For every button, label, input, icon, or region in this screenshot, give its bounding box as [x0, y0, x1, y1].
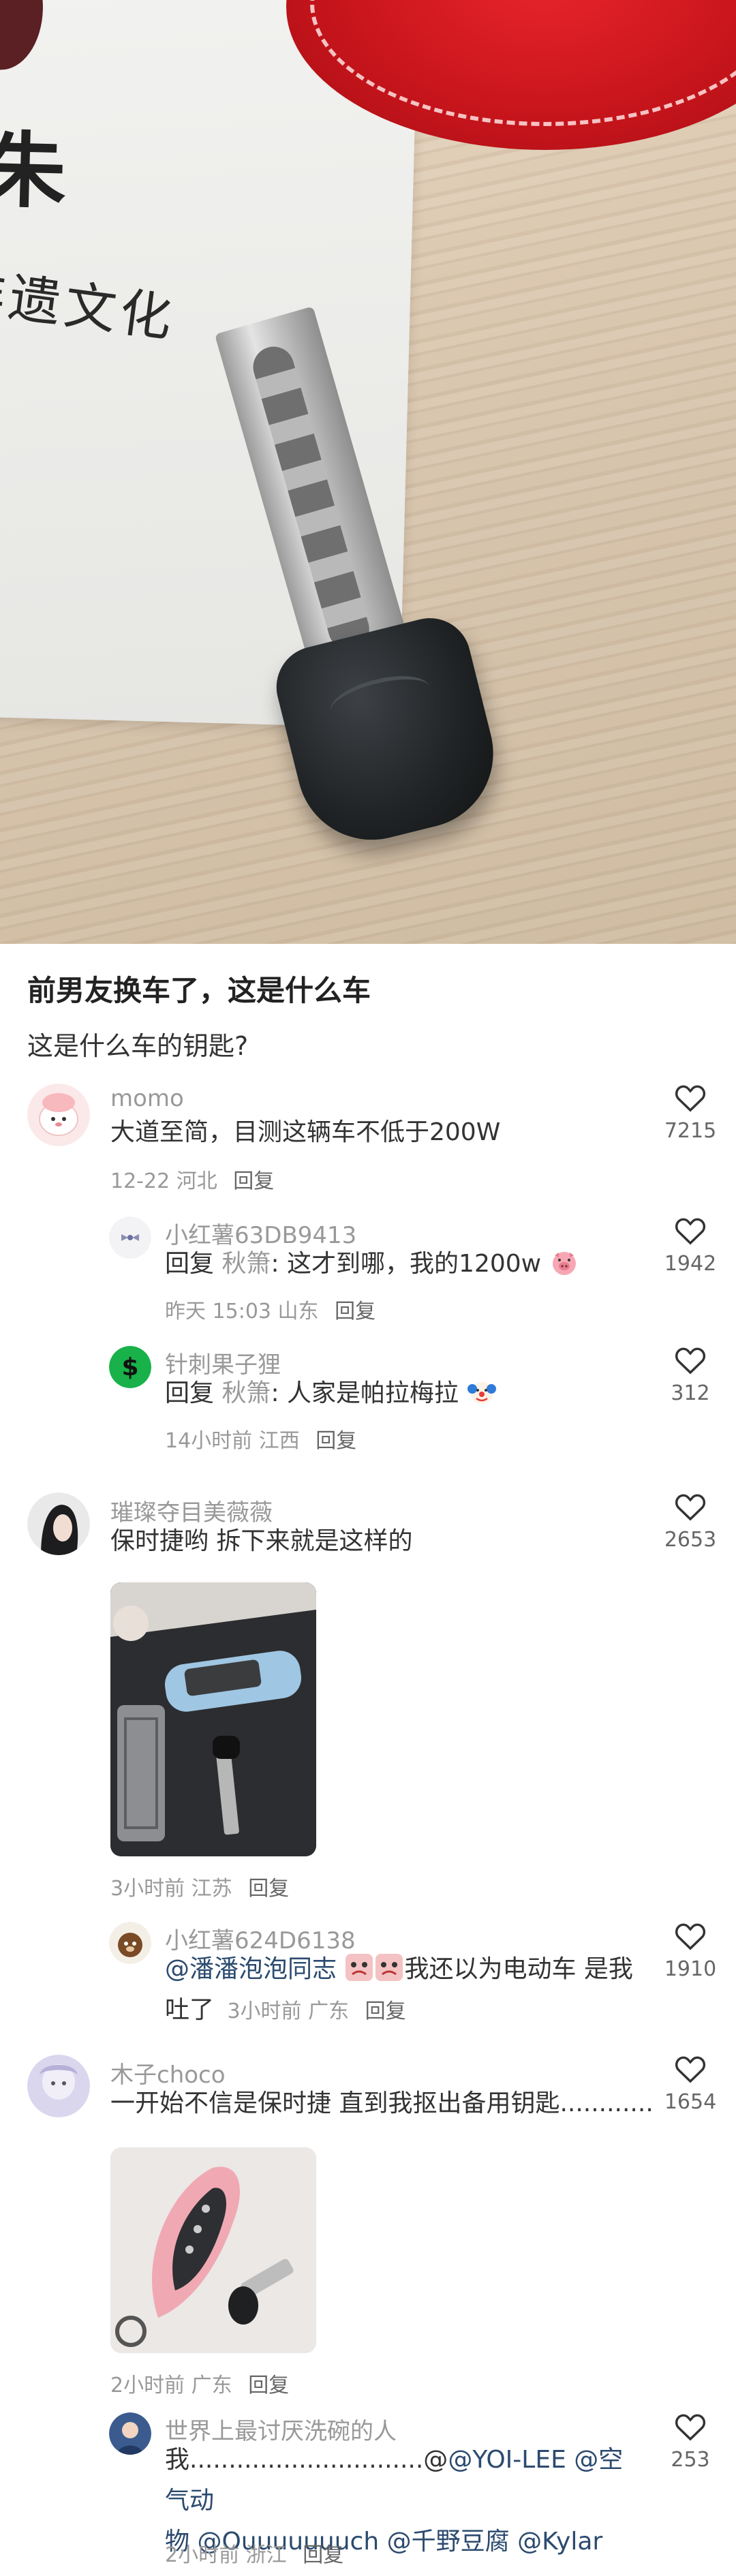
- reply-button[interactable]: 回复: [365, 1999, 406, 2023]
- reply-button[interactable]: 回复: [316, 1429, 356, 1453]
- clown-face-emoji-icon: [467, 1382, 496, 1404]
- mention-link[interactable]: @Kylar: [517, 2528, 602, 2556]
- comment-location: 浙江: [245, 2543, 287, 2567]
- avatar[interactable]: $: [109, 1346, 151, 1388]
- heart-icon: [675, 1085, 706, 1112]
- comment-location: 广东: [308, 1999, 350, 2023]
- reply-target[interactable]: 秋箫: [221, 1250, 271, 1278]
- comment-date: 2小时前: [165, 2543, 240, 2567]
- like-button[interactable]: 1910: [660, 1922, 721, 1981]
- avatar[interactable]: [109, 1922, 151, 1964]
- mention-link[interactable]: @潘潘泡泡同志: [165, 1955, 337, 1983]
- heart-icon: [675, 1494, 706, 1521]
- post-body: 这是什么车的钥匙?: [27, 1031, 249, 1061]
- reply-button[interactable]: 回复: [335, 1300, 375, 1323]
- crying-face-emoji-icon: [346, 1954, 373, 1981]
- reply-target[interactable]: 秋箫: [221, 1379, 271, 1407]
- comment-meta: 12-22 河北 回复: [110, 1164, 274, 1194]
- comment-location: 江苏: [191, 1877, 232, 1901]
- reply-button[interactable]: 回复: [248, 2374, 289, 2397]
- comment-image[interactable]: [110, 2147, 316, 2353]
- key-fob-photo: [110, 1582, 316, 1856]
- avatar[interactable]: [109, 1216, 151, 1259]
- comment-location: 河北: [176, 1169, 217, 1193]
- reply-text: 我还以为电动车 是我: [404, 1955, 633, 1983]
- like-count: 1942: [664, 1252, 717, 1276]
- comment-text: 一开始不信是保时捷 直到我抠出备用钥匙............: [110, 2089, 654, 2117]
- card-text: 非遗文化: [0, 259, 180, 349]
- reply-prefix: 回复: [165, 1379, 215, 1407]
- like-count: 253: [671, 2448, 710, 2472]
- avatar[interactable]: [27, 2055, 90, 2117]
- pig-face-emoji-icon: [552, 1252, 576, 1275]
- comment-date: 2小时前: [110, 2374, 185, 2397]
- comment-location: 江西: [258, 1429, 300, 1453]
- comment-location: 山东: [277, 1300, 319, 1323]
- like-count: 312: [671, 1381, 710, 1405]
- mention-link[interactable]: @千野豆腐: [387, 2528, 510, 2556]
- comment-text: 回复 秋箫: 人家是帕拉梅拉: [165, 1373, 497, 1414]
- like-count: 2653: [664, 1528, 717, 1552]
- comment-date: 12-22: [110, 1169, 170, 1193]
- key-crease: [325, 667, 435, 732]
- comment-date: 14小时前: [165, 1429, 253, 1453]
- reply-button[interactable]: 回复: [303, 2543, 343, 2567]
- comment-location: 广东: [191, 2374, 232, 2397]
- comment-username[interactable]: momo: [110, 1085, 184, 1112]
- like-count: 1910: [664, 1957, 717, 1981]
- comment-meta: 2小时前 浙江 回复: [165, 2538, 343, 2568]
- reply-text: : 这才到哪，我的1200w: [271, 1250, 542, 1278]
- post-title: 前男友换车了，这是什么车: [27, 974, 371, 1007]
- avatar[interactable]: [27, 1084, 90, 1146]
- comment-text: 大道至简，目测这辆车不低于200W: [110, 1118, 501, 1146]
- comment-meta: 14小时前 江西 回复: [165, 1424, 356, 1454]
- like-button[interactable]: 312: [660, 1346, 721, 1405]
- comment-image[interactable]: [110, 1582, 316, 1856]
- card-dark-shape: [0, 0, 45, 71]
- like-button[interactable]: 7215: [660, 1084, 721, 1143]
- like-button[interactable]: 2653: [660, 1492, 721, 1552]
- heart-icon: [675, 1347, 706, 1375]
- reply-text: 我..............................@: [165, 2446, 448, 2474]
- like-button[interactable]: 1942: [660, 1216, 721, 1276]
- comment-meta: 3小时前 江苏 回复: [110, 1871, 289, 1901]
- reply-text: : 人家是帕拉梅拉: [271, 1379, 459, 1407]
- pink-key-fob-photo: [110, 2147, 316, 2353]
- comment-date: 3小时前: [110, 1877, 185, 1901]
- reply-prefix: 回复: [165, 1250, 215, 1278]
- comment-meta: 3小时前 广东 回复: [227, 1999, 405, 2023]
- like-button[interactable]: 253: [660, 2412, 721, 2472]
- comment-date: 昨天 15:03: [165, 1300, 271, 1323]
- comment-meta: 昨天 15:03 山东 回复: [165, 1294, 375, 1324]
- reply-text-continued: 吐了: [165, 1996, 215, 2024]
- mention-link[interactable]: @YOI-LEE: [448, 2446, 566, 2474]
- heart-icon: [675, 2056, 706, 2083]
- heart-icon: [675, 1218, 706, 1245]
- reply-button[interactable]: 回复: [233, 1169, 274, 1193]
- avatar[interactable]: [109, 2412, 151, 2455]
- comment-text: 保时捷哟 拆下来就是这样的: [110, 1527, 413, 1555]
- comment-text: @潘潘泡泡同志 我还以为电动车 是我 吐了 3小时前 广东 回复: [165, 1949, 642, 2032]
- like-button[interactable]: 1654: [660, 2055, 721, 2114]
- heart-icon: [675, 2414, 706, 2441]
- heart-icon: [675, 1923, 706, 1950]
- like-count: 7215: [664, 1119, 717, 1143]
- reply-button[interactable]: 回复: [248, 1877, 289, 1901]
- avatar[interactable]: [27, 1492, 90, 1555]
- comment-text: 回复 秋箫: 这才到哪，我的1200w: [165, 1244, 579, 1285]
- like-count: 1654: [664, 2090, 717, 2114]
- post-image[interactable]: 朱 非遗文化: [0, 0, 736, 944]
- comment-meta: 2小时前 广东 回复: [110, 2368, 289, 2398]
- svg-text:$: $: [121, 1353, 138, 1381]
- note-detail-page: 朱 非遗文化 前男友换车了，这是什么车 这是什么车的钥匙? momo 大道至简，…: [0, 0, 736, 2576]
- comment-date: 3小时前: [227, 1999, 302, 2023]
- card-character: 朱: [0, 121, 67, 220]
- crying-face-emoji-icon: [375, 1954, 403, 1981]
